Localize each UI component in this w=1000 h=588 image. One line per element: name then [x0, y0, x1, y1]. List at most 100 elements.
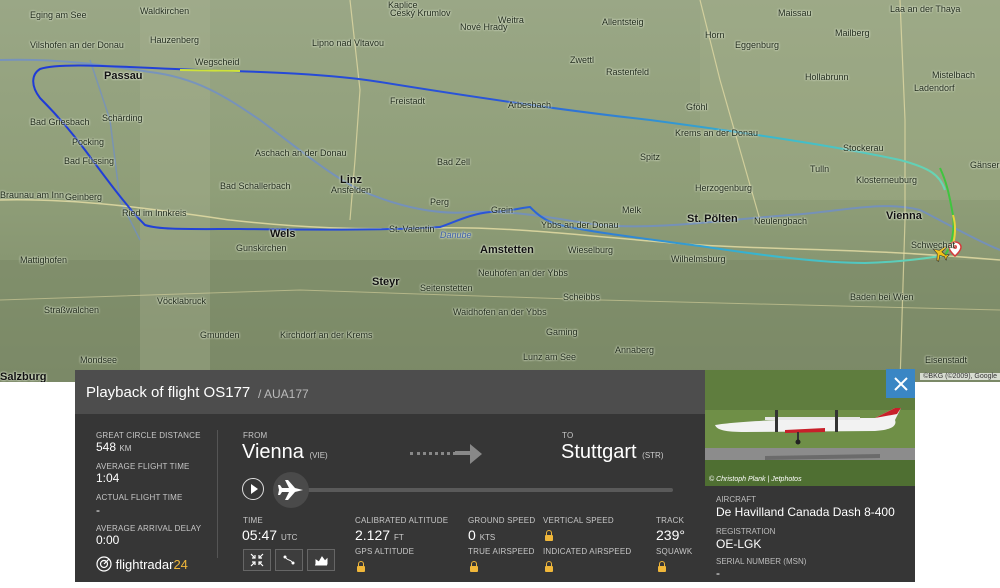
panel-divider: [217, 430, 218, 558]
chart-icon: [315, 556, 328, 566]
map-label-mistelbach: Mistelbach: [932, 70, 976, 80]
lock-icon: [357, 561, 365, 572]
close-button[interactable]: [886, 369, 915, 398]
map-label-danube: Danube: [440, 230, 472, 240]
fit-view-button[interactable]: [243, 549, 271, 571]
map-label-schwechat: Schwechat: [911, 240, 956, 250]
map-label-spitz: Spitz: [640, 152, 661, 162]
map-label-stockerau: Stockerau: [843, 143, 884, 153]
map-label-vilshofen: Vilshofen an der Donau: [30, 40, 124, 50]
map-label-grein: Grein: [491, 205, 514, 215]
serial-value: -: [716, 566, 720, 580]
map-label-hollabrunn: Hollabrunn: [805, 72, 849, 82]
collapse-arrows-icon: [250, 553, 264, 567]
map-label-lipno: Lipno nad Vltavou: [312, 38, 385, 48]
panel-title: Playback of flight OS177: [86, 384, 251, 401]
map-label-ried: Ried im Innkreis: [122, 208, 187, 218]
play-button[interactable]: [242, 478, 264, 500]
map-label-st-poelten: St. Pölten: [687, 213, 738, 225]
map-label-gunskirchen: Gunskirchen: [236, 243, 287, 253]
aircraft-label: AIRCRAFT: [716, 495, 756, 504]
map-label-freistadt: Freistadt: [390, 96, 426, 106]
registration-value: OE-LGK: [716, 537, 762, 551]
map-label-st-valentin: St. Valentin: [389, 224, 435, 234]
map-label-gmunden: Gmunden: [200, 330, 240, 340]
great-circle-label: GREAT CIRCLE DISTANCE: [96, 431, 201, 440]
true-airspeed-label: TRUE AIRSPEED: [468, 547, 535, 556]
lock-icon: [658, 561, 666, 572]
airplane-icon: [278, 480, 303, 500]
map-label-laa: Laa an der Thaya: [890, 4, 961, 14]
route-view-button[interactable]: [275, 549, 303, 571]
avg-flight-time-label: AVERAGE FLIGHT TIME: [96, 462, 190, 471]
indicated-airspeed-label: INDICATED AIRSPEED: [543, 547, 632, 556]
playback-scrubber[interactable]: [273, 472, 309, 508]
panel-subtitle: / AUA177: [258, 387, 309, 401]
avg-arrival-delay-value: 0:00: [96, 533, 120, 547]
map-label-herzogenburg: Herzogenburg: [695, 183, 753, 193]
map-label-gaensern: Gänsern: [970, 160, 1000, 170]
map-label-rastenfeld: Rastenfeld: [606, 67, 650, 77]
map-label-maissau: Maissau: [778, 8, 812, 18]
map-label-perg: Perg: [430, 197, 450, 207]
map-label-vienna: Vienna: [886, 210, 922, 222]
radar-icon: [96, 556, 112, 572]
map-label-waldkirchen: Waldkirchen: [140, 6, 190, 16]
map-label-gaming: Gaming: [546, 327, 578, 337]
playback-timeline[interactable]: [275, 488, 673, 492]
map-label-wels: Wels: [270, 228, 296, 240]
map-label-baden: Baden bei Wien: [850, 292, 914, 302]
graph-view-button[interactable]: [307, 549, 335, 571]
flightradar24-logo: flightradar24: [96, 556, 188, 572]
to-label: TO: [562, 431, 574, 440]
great-circle-value: 548 KM: [96, 440, 132, 454]
map-label-melk: Melk: [622, 205, 642, 215]
map-label-eging-am-see: Eging am See: [30, 10, 87, 20]
map-label-bad-schallerbach: Bad Schallerbach: [220, 181, 291, 191]
lock-icon: [545, 530, 553, 541]
registration-label: REGISTRATION: [716, 527, 776, 536]
map-terrain: [0, 0, 1000, 382]
map-label-klosterneuburg: Klosterneuburg: [856, 175, 918, 185]
map-label-wegscheid: Wegscheid: [195, 57, 240, 67]
map-label-bad-griesbach: Bad Griesbach: [30, 117, 90, 127]
map-label-allentsteig: Allentsteig: [602, 17, 644, 27]
from-label: FROM: [243, 431, 268, 440]
photo-credit: © Christoph Plank | Jetphotos: [709, 476, 802, 483]
map-label-waidhofen: Waidhofen an der Ybbs: [453, 307, 547, 317]
map-label-annaberg: Annaberg: [615, 345, 655, 355]
squawk-label: SQUAWK: [656, 547, 693, 556]
map-label-geinberg: Geinberg: [65, 192, 103, 202]
map-label-hauzenberg: Hauzenberg: [150, 35, 200, 45]
map-label-kaplice: Kaplice: [388, 0, 418, 10]
map-label-voecklabruck: Vöcklabruck: [157, 296, 207, 306]
map-label-tulln: Tulln: [810, 164, 830, 174]
map-label-krems: Krems an der Donau: [675, 128, 759, 138]
map-label-schaerding: Schärding: [102, 113, 143, 123]
calibrated-altitude-value: 2.127 FT: [355, 527, 404, 543]
aircraft-value: De Havilland Canada Dash 8-400: [716, 505, 895, 519]
aircraft-photo-image: [705, 370, 915, 486]
vertical-speed-label: VERTICAL SPEED: [543, 516, 614, 525]
map-label-passau: Passau: [104, 70, 143, 82]
flight-map[interactable]: Eging am See Waldkirchen Hauzenberg Vils…: [0, 0, 1000, 382]
map-label-bad-fuessing: Bad Füssing: [64, 156, 115, 166]
avg-flight-time-value: 1:04: [96, 471, 120, 485]
playback-panel: Playback of flight OS177 / AUA177 GREAT …: [75, 370, 705, 582]
from-city: Vienna (VIE): [242, 441, 328, 463]
map-label-steyr: Steyr: [372, 276, 400, 288]
calibrated-altitude-label: CALIBRATED ALTITUDE: [355, 516, 449, 525]
map-label-weitra: Weitra: [498, 15, 524, 25]
lock-icon: [470, 561, 478, 572]
map-label-wieselburg: Wieselburg: [568, 245, 614, 255]
map-label-gfoehl: Gföhl: [686, 102, 708, 112]
ground-speed-label: GROUND SPEED: [468, 516, 536, 525]
gps-altitude-label: GPS ALTITUDE: [355, 547, 415, 556]
aircraft-photo[interactable]: © Christoph Plank | Jetphotos: [705, 370, 915, 486]
map-label-kirchdorf: Kirchdorf an der Krems: [280, 330, 373, 340]
avg-arrival-delay-label: AVERAGE ARRIVAL DELAY: [96, 524, 202, 533]
map-label-salzburg: Salzburg: [0, 371, 47, 382]
map-label-ladendorf: Ladendorf: [914, 83, 955, 93]
map-label-amstetten: Amstetten: [480, 244, 534, 256]
map-label-mondsee: Mondsee: [80, 355, 118, 365]
